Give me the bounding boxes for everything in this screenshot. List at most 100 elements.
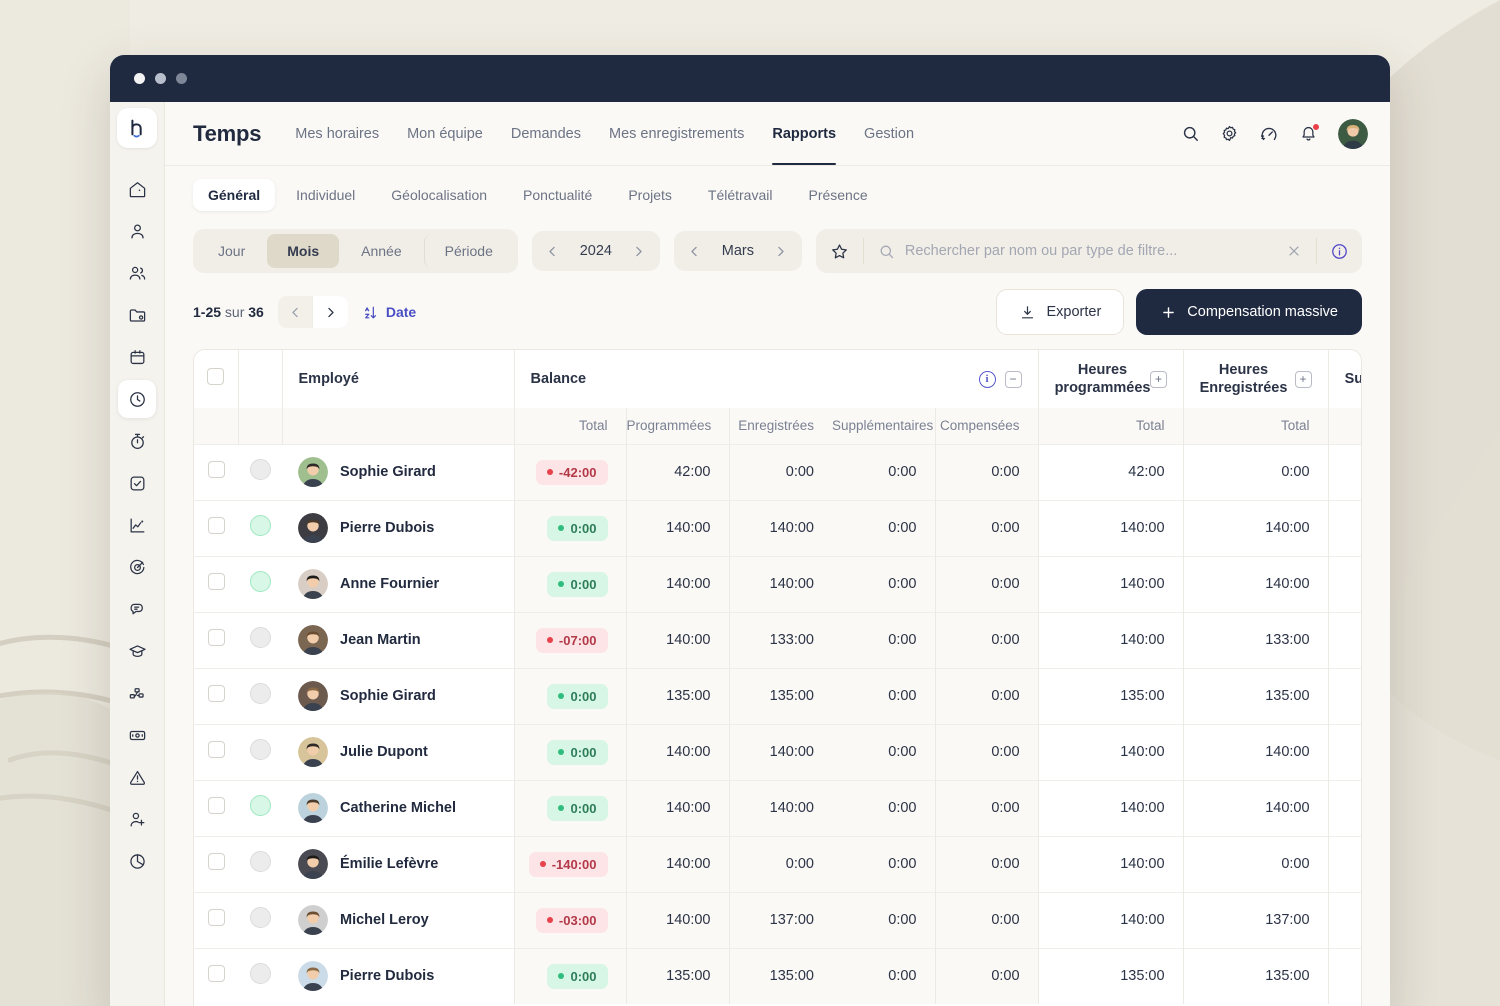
status-badge[interactable] xyxy=(249,907,271,928)
sidebar-item-analytics[interactable] xyxy=(118,506,156,544)
window-close-dot[interactable] xyxy=(134,73,145,84)
row-checkbox[interactable] xyxy=(207,909,225,926)
sort-button[interactable]: Date xyxy=(362,304,416,321)
page-prev-button[interactable] xyxy=(278,296,313,328)
tab-geolocalisation[interactable]: Géolocalisation xyxy=(376,179,502,211)
table-row[interactable]: Émilie Lefèvre -140:00 140:00 0:00 0:00 … xyxy=(194,836,1361,892)
sidebar-item-goals[interactable] xyxy=(118,548,156,586)
sidebar-item-stopwatch[interactable] xyxy=(118,422,156,460)
year-prev-button[interactable] xyxy=(540,236,566,266)
nav-link-demandes[interactable]: Demandes xyxy=(511,102,581,165)
nav-link-gestion[interactable]: Gestion xyxy=(864,102,914,165)
sub-header-balance-total[interactable]: Total xyxy=(513,408,626,444)
sidebar-item-workflow[interactable] xyxy=(118,674,156,712)
employee-cell[interactable]: Michel Leroy xyxy=(282,892,514,948)
status-badge[interactable] xyxy=(249,683,271,704)
month-next-button[interactable] xyxy=(768,236,794,266)
row-checkbox[interactable] xyxy=(207,797,225,814)
page-next-button[interactable] xyxy=(312,296,348,328)
sub-header-balance-programmees[interactable]: Programmées xyxy=(625,408,729,444)
notifications-button[interactable] xyxy=(1299,123,1320,143)
segment-jour[interactable]: Jour xyxy=(198,234,265,268)
tab-teletravail[interactable]: Télétravail xyxy=(693,179,788,211)
nav-link-mes-enregistrements[interactable]: Mes enregistrements xyxy=(609,102,744,165)
employee-cell[interactable]: Pierre Dubois xyxy=(282,948,514,1004)
employee-cell[interactable]: Anne Fournier xyxy=(282,556,514,612)
search-input[interactable] xyxy=(904,243,1276,259)
segment-annee[interactable]: Année xyxy=(341,234,421,268)
row-checkbox[interactable] xyxy=(207,629,225,646)
favorite-filter-button[interactable] xyxy=(816,238,864,264)
sidebar-item-recruiting[interactable] xyxy=(118,800,156,838)
avatar[interactable] xyxy=(298,849,328,879)
select-all-checkbox[interactable] xyxy=(207,368,225,385)
row-checkbox[interactable] xyxy=(207,517,225,534)
table-row[interactable]: Catherine Michel 0:00 140:00 140:00 0:00… xyxy=(194,780,1361,836)
year-next-button[interactable] xyxy=(626,236,652,266)
row-checkbox[interactable] xyxy=(207,573,225,590)
status-badge[interactable] xyxy=(249,571,271,592)
row-checkbox[interactable] xyxy=(207,965,225,983)
table-row[interactable]: Pierre Dubois 0:00 135:00 135:00 0:00 0:… xyxy=(194,948,1361,1004)
row-checkbox[interactable] xyxy=(207,853,225,870)
header-employe[interactable]: Employé xyxy=(281,350,514,408)
employee-cell[interactable]: Pierre Dubois xyxy=(282,500,514,556)
avatar[interactable] xyxy=(298,737,328,767)
performance-button[interactable] xyxy=(1259,124,1279,144)
window-minimize-dot[interactable] xyxy=(155,73,166,84)
sub-header-balance-compensees[interactable]: Compensées xyxy=(934,408,1039,444)
table-row[interactable]: Anne Fournier 0:00 140:00 140:00 0:00 0:… xyxy=(194,556,1361,612)
sub-header-programmees-total[interactable]: Total xyxy=(1037,408,1184,444)
status-badge[interactable] xyxy=(249,963,271,985)
sidebar-item-team[interactable] xyxy=(118,254,156,292)
row-checkbox[interactable] xyxy=(207,461,225,478)
month-prev-button[interactable] xyxy=(682,236,708,266)
balance-collapse-icon[interactable]: − xyxy=(1004,370,1022,388)
enregistrees-expand-icon[interactable]: + xyxy=(1294,370,1312,388)
segment-mois[interactable]: Mois xyxy=(267,234,340,268)
tab-ponctualite[interactable]: Ponctualité xyxy=(508,179,607,211)
employee-cell[interactable]: Sophie Girard xyxy=(282,668,514,724)
status-badge[interactable] xyxy=(249,795,271,816)
header-heures-programmees[interactable]: Heures programmées + xyxy=(1037,350,1184,408)
sidebar-item-payroll[interactable] xyxy=(118,716,156,754)
avatar[interactable] xyxy=(298,961,328,992)
avatar[interactable] xyxy=(298,457,328,487)
avatar[interactable] xyxy=(298,513,328,543)
status-badge[interactable] xyxy=(249,739,271,760)
employee-cell[interactable]: Émilie Lefèvre xyxy=(282,836,514,892)
sidebar-item-home[interactable] xyxy=(118,170,156,208)
avatar[interactable] xyxy=(298,793,328,823)
settings-button[interactable] xyxy=(1220,124,1239,143)
segment-periode[interactable]: Période xyxy=(423,234,513,268)
table-row[interactable]: Michel Leroy -03:00 140:00 137:00 0:00 0… xyxy=(194,892,1361,948)
header-heures-enregistrees[interactable]: Heures Enregistrées + xyxy=(1182,350,1329,408)
tab-general[interactable]: Général xyxy=(193,179,276,211)
employee-cell[interactable]: Jean Martin xyxy=(282,612,514,668)
programmees-expand-icon[interactable]: + xyxy=(1150,370,1167,388)
row-checkbox[interactable] xyxy=(207,685,225,702)
tab-projets[interactable]: Projets xyxy=(613,179,687,211)
employee-cell[interactable]: Sophie Girard xyxy=(282,444,514,500)
sidebar-item-user[interactable] xyxy=(118,212,156,250)
sidebar-item-training[interactable] xyxy=(118,632,156,670)
nav-link-mon-equipe[interactable]: Mon équipe xyxy=(407,102,483,165)
header-supplementaires[interactable]: Supplémentaires xyxy=(1327,350,1361,408)
sub-header-supplementaires-total[interactable] xyxy=(1327,408,1361,444)
clear-search-button[interactable] xyxy=(1286,243,1302,259)
sub-header-balance-supplementaires[interactable]: Supplémentaires xyxy=(832,408,935,444)
table-row[interactable]: Jean Martin -07:00 140:00 133:00 0:00 0:… xyxy=(194,612,1361,668)
sidebar-item-time[interactable] xyxy=(118,380,156,418)
avatar[interactable] xyxy=(298,905,328,935)
status-badge[interactable] xyxy=(249,515,271,536)
balance-info-icon[interactable]: i xyxy=(978,370,996,388)
tab-presence[interactable]: Présence xyxy=(793,179,882,211)
avatar[interactable] xyxy=(1338,118,1368,149)
table-row[interactable]: Sophie Girard 0:00 135:00 135:00 0:00 0:… xyxy=(194,668,1361,724)
table-row[interactable]: Pierre Dubois 0:00 140:00 140:00 0:00 0:… xyxy=(194,500,1361,556)
sidebar-item-chat[interactable] xyxy=(118,590,156,628)
sidebar-item-folder[interactable] xyxy=(118,296,156,334)
table-row[interactable]: Julie Dupont 0:00 140:00 140:00 0:00 0:0… xyxy=(194,724,1361,780)
sidebar-item-calendar[interactable] xyxy=(118,338,156,376)
export-button[interactable]: Exporter xyxy=(996,289,1125,335)
